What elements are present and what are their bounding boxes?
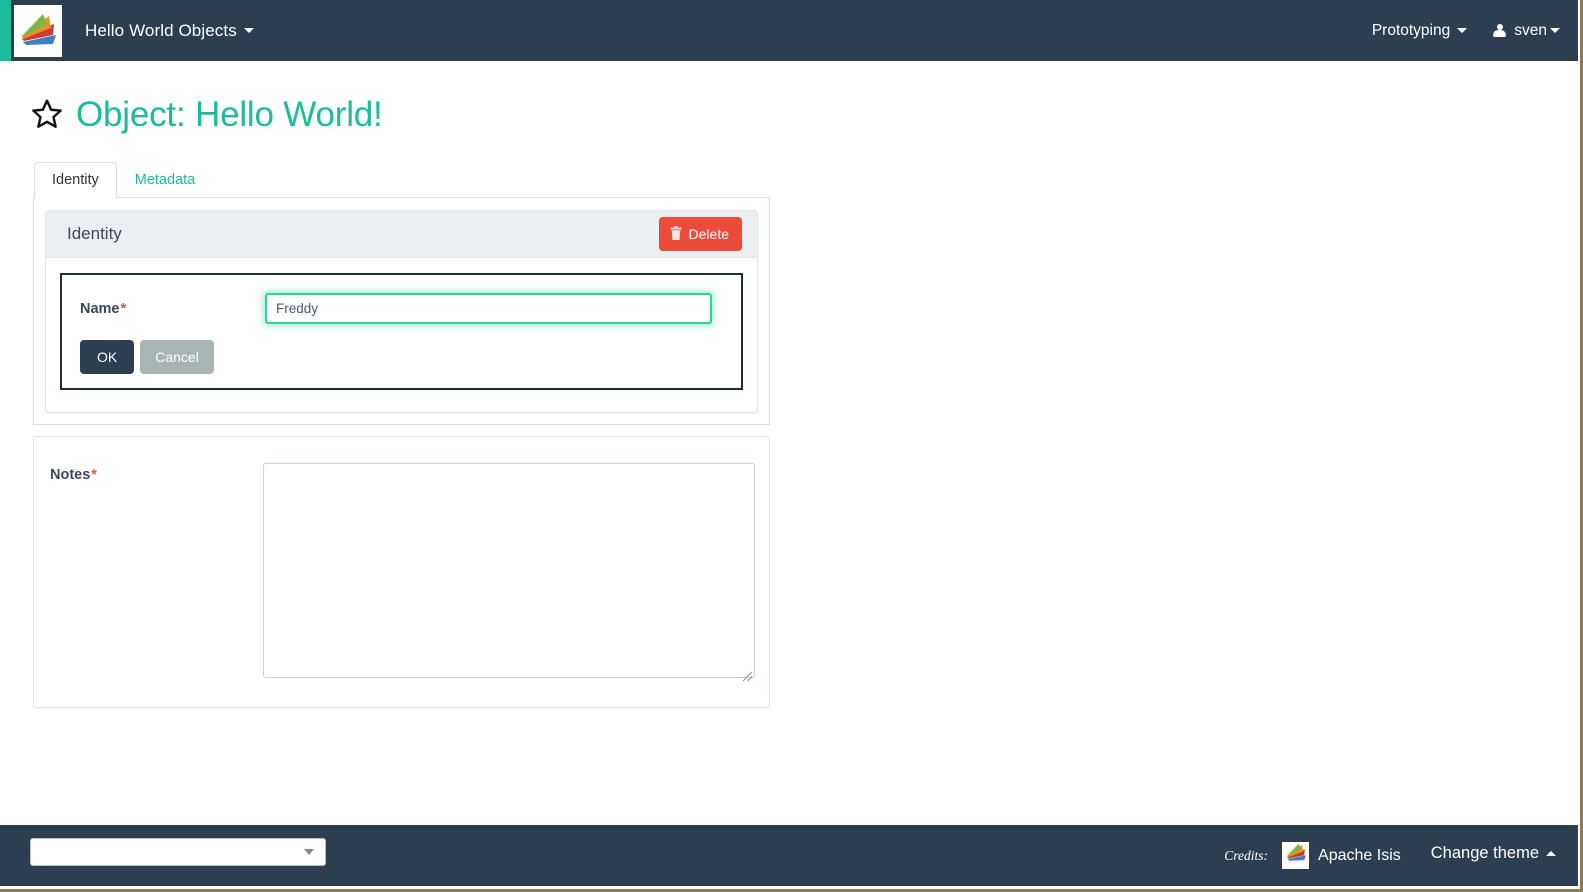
tab-container: Identity Metadata Identity Delete Name* …	[33, 162, 770, 425]
page-title-row: Object: Hello World!	[0, 61, 1578, 136]
tab-metadata-label: Metadata	[134, 172, 196, 188]
tab-identity-label: Identity	[52, 172, 99, 188]
star-outline-icon[interactable]	[30, 97, 64, 136]
cancel-button[interactable]: Cancel	[140, 340, 214, 374]
footer-select[interactable]	[30, 838, 326, 866]
navbar-right-group: Prototyping sven	[1372, 0, 1560, 61]
footer-bar: Credits: Apache Isis Change theme	[0, 825, 1578, 886]
tab-identity[interactable]: Identity	[34, 162, 117, 198]
apache-isis-fan-logo-icon	[18, 11, 58, 51]
name-field-row: Name*	[80, 293, 723, 324]
chevron-down-icon	[243, 28, 254, 33]
form-action-buttons: OK Cancel	[80, 340, 723, 374]
navbar-accent-strip	[0, 0, 11, 61]
brand-menu[interactable]: Hello World Objects	[85, 0, 254, 61]
name-label-text: Name	[80, 301, 120, 317]
credits-label: Credits:	[1224, 847, 1269, 863]
notes-textarea[interactable]	[263, 463, 755, 678]
change-theme-label: Change theme	[1430, 844, 1539, 862]
identity-card: Identity Delete Name* Freddy OK Cancel	[45, 210, 758, 413]
identity-card-body: Name* OK Cancel	[46, 258, 757, 412]
tab-metadata[interactable]: Metadata	[117, 162, 213, 198]
notes-textarea-wrap	[263, 463, 755, 683]
apache-isis-link[interactable]: Apache Isis	[1318, 847, 1401, 865]
page-title: Object: Hello World!	[76, 94, 383, 134]
nav-item-prototyping-label: Prototyping	[1371, 21, 1451, 39]
ok-button[interactable]: OK	[80, 340, 135, 374]
chevron-down-icon	[1550, 28, 1560, 33]
notes-field-label: Notes*	[50, 463, 263, 483]
footer-credits-group: Credits: Apache Isis Change theme	[1224, 825, 1556, 886]
required-marker: *	[120, 301, 127, 317]
change-theme-button[interactable]: Change theme	[1431, 844, 1556, 863]
nav-item-user[interactable]: sven	[1493, 22, 1560, 40]
name-field-label: Name*	[80, 293, 265, 317]
user-icon	[1493, 23, 1507, 38]
required-marker: *	[91, 467, 97, 483]
identity-card-header: Identity Delete	[46, 211, 757, 258]
delete-button[interactable]: Delete	[658, 217, 742, 251]
trash-icon	[670, 225, 682, 243]
name-input[interactable]	[265, 293, 712, 324]
notes-label-text: Notes	[50, 467, 91, 483]
property-edit-form: Name* OK Cancel	[60, 273, 743, 390]
tab-panel-identity: Identity Delete Name* Freddy OK Cancel	[33, 198, 770, 425]
notes-card: Notes*	[33, 436, 770, 708]
chevron-down-icon	[1457, 28, 1468, 33]
apache-isis-fan-logo-icon	[1285, 842, 1307, 869]
identity-card-title: Identity	[67, 224, 122, 243]
notes-field-row: Notes*	[50, 463, 755, 683]
nav-item-user-label: sven	[1514, 21, 1547, 39]
credit-logo	[1282, 842, 1310, 869]
app-page: Hello World Objects Prototyping sven Obj…	[0, 0, 1583, 892]
main-content: Object: Hello World! Identity Metadata I…	[0, 61, 1578, 708]
delete-button-label: Delete	[688, 226, 729, 242]
tab-strip: Identity Metadata	[33, 162, 770, 198]
nav-item-prototyping[interactable]: Prototyping	[1371, 21, 1468, 40]
brand-logo[interactable]	[14, 5, 62, 57]
top-navbar: Hello World Objects Prototyping sven	[0, 0, 1578, 61]
chevron-up-icon	[1546, 851, 1556, 856]
brand-menu-label: Hello World Objects	[85, 20, 237, 40]
